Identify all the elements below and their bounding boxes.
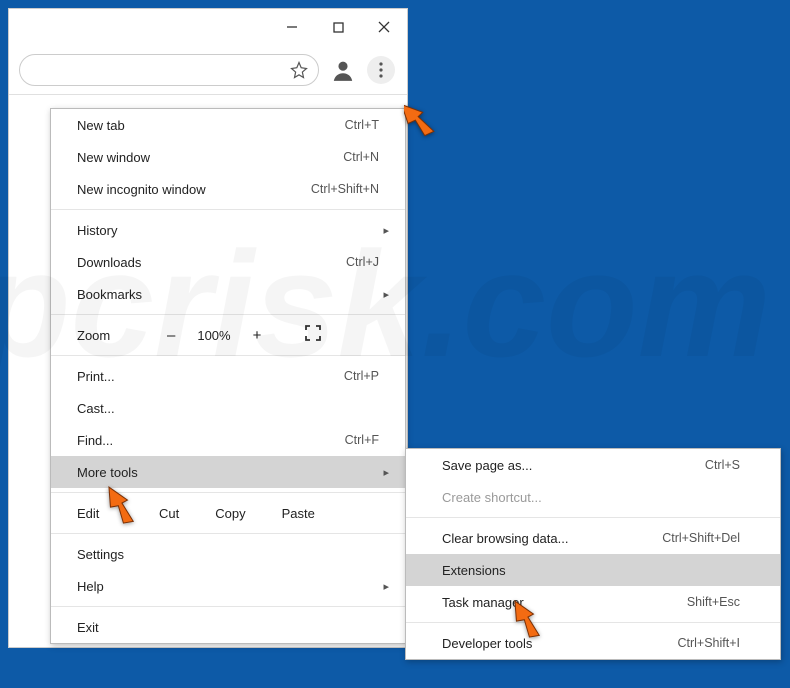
submenu-item-save-page[interactable]: Save page as...Ctrl+S [406,449,780,481]
cut-button[interactable]: Cut [159,506,179,521]
label: New incognito window [77,182,311,197]
titlebar [9,9,407,45]
submenu-item-clear-data[interactable]: Clear browsing data...Ctrl+Shift+Del [406,522,780,554]
menu-item-settings[interactable]: Settings [51,538,405,570]
submenu-item-extensions[interactable]: Extensions [406,554,780,586]
label: More tools [77,465,379,480]
separator [51,209,405,210]
label: Create shortcut... [442,490,740,505]
menu-item-more-tools[interactable]: More tools ▸ [51,456,405,488]
menu-item-print[interactable]: Print...Ctrl+P [51,360,405,392]
separator [406,517,780,518]
chevron-right-icon: ▸ [383,580,389,593]
minimize-button[interactable] [269,9,315,45]
shortcut: Ctrl+Shift+Del [662,531,740,545]
paste-button[interactable]: Paste [282,506,315,521]
label: History [77,223,379,238]
menu-item-find[interactable]: Find...Ctrl+F [51,424,405,456]
zoom-percent: 100% [197,328,230,343]
label: Zoom [77,328,167,343]
label: New tab [77,118,345,133]
menu-item-edit: Edit Cut Copy Paste [51,497,405,529]
label: Find... [77,433,345,448]
menu-item-exit[interactable]: Exit [51,611,405,643]
menu-item-bookmarks[interactable]: Bookmarks ▸ [51,278,405,310]
close-button[interactable] [361,9,407,45]
label: Bookmarks [77,287,379,302]
separator [51,355,405,356]
annotation-arrow-icon [404,92,438,132]
maximize-button[interactable] [315,9,361,45]
shortcut: Ctrl+J [346,255,379,269]
label: Extensions [442,563,740,578]
fullscreen-button[interactable] [305,325,321,345]
submenu-item-devtools[interactable]: Developer toolsCtrl+Shift+I [406,627,780,659]
menu-item-incognito[interactable]: New incognito windowCtrl+Shift+N [51,173,405,205]
copy-button[interactable]: Copy [215,506,245,521]
label: Task manager [442,595,687,610]
separator [51,533,405,534]
separator [51,492,405,493]
separator [406,622,780,623]
separator [51,606,405,607]
label: Settings [77,547,379,562]
zoom-in-button[interactable]: + [253,327,262,344]
label: Cast... [77,401,379,416]
bookmark-star-icon[interactable] [290,61,308,79]
menu-item-help[interactable]: Help ▸ [51,570,405,602]
main-menu: New tabCtrl+T New windowCtrl+N New incog… [50,108,406,644]
shortcut: Ctrl+P [344,369,379,383]
zoom-out-button[interactable]: – [167,327,175,344]
menu-item-downloads[interactable]: DownloadsCtrl+J [51,246,405,278]
profile-button[interactable] [329,56,357,84]
label: Save page as... [442,458,705,473]
shortcut: Ctrl+Shift+N [311,182,379,196]
minimize-icon [286,21,298,33]
submenu-item-task-manager[interactable]: Task managerShift+Esc [406,586,780,618]
toolbar [9,45,407,95]
label: Help [77,579,379,594]
kebab-icon [379,62,383,78]
shortcut: Ctrl+S [705,458,740,472]
label: New window [77,150,343,165]
separator [51,314,405,315]
label: Downloads [77,255,346,270]
menu-item-history[interactable]: History ▸ [51,214,405,246]
label: Exit [77,620,379,635]
more-tools-submenu: Save page as...Ctrl+S Create shortcut...… [405,448,781,660]
shortcut: Ctrl+T [345,118,379,132]
chevron-right-icon: ▸ [383,466,389,479]
maximize-icon [333,22,344,33]
chevron-right-icon: ▸ [383,224,389,237]
shortcut: Ctrl+N [343,150,379,164]
menu-item-cast[interactable]: Cast... [51,392,405,424]
close-icon [378,21,390,33]
menu-button[interactable] [367,56,395,84]
label: Print... [77,369,344,384]
label: Developer tools [442,636,677,651]
shortcut: Shift+Esc [687,595,740,609]
fullscreen-icon [305,325,321,341]
menu-item-new-window[interactable]: New windowCtrl+N [51,141,405,173]
person-icon [330,57,356,83]
shortcut: Ctrl+F [345,433,379,447]
chevron-right-icon: ▸ [383,288,389,301]
menu-item-zoom: Zoom – 100% + [51,319,405,351]
shortcut: Ctrl+Shift+I [677,636,740,650]
submenu-item-create-shortcut: Create shortcut... [406,481,780,513]
address-bar[interactable] [19,54,319,86]
label: Edit [77,506,131,521]
menu-item-new-tab[interactable]: New tabCtrl+T [51,109,405,141]
label: Clear browsing data... [442,531,662,546]
